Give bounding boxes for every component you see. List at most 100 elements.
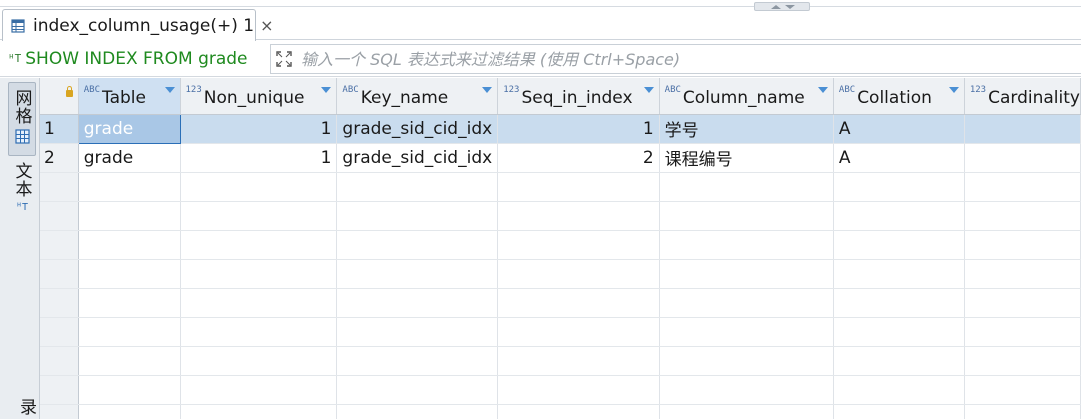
cell-key-name[interactable]: grade_sid_cid_idx	[336, 114, 499, 144]
close-icon[interactable]: ×	[260, 16, 273, 35]
empty-cell	[497, 259, 660, 289]
query-display[interactable]: ᴴT SHOW INDEX FROM grade	[8, 44, 248, 73]
cell-table[interactable]: grade	[77, 113, 181, 144]
filter-dropdown-icon[interactable]	[482, 87, 493, 93]
column-header-cardinality[interactable]: 123 Cardinality	[964, 78, 1081, 115]
empty-cell	[964, 288, 1081, 318]
column-name: Seq_in_index	[521, 87, 633, 108]
row-number[interactable]: 1	[40, 114, 79, 144]
empty-cell	[833, 317, 965, 347]
cell-seq-in-index[interactable]: 2	[497, 143, 660, 173]
result-grid: ABC Table 123 Non_unique ABC Key_name 123 Se…	[40, 78, 1081, 419]
cell-key-name[interactable]: grade_sid_cid_idx	[336, 143, 499, 173]
empty-cell	[336, 288, 499, 318]
empty-cell	[336, 404, 499, 419]
empty-cell	[964, 375, 1081, 405]
filter-dropdown-icon[interactable]	[948, 87, 959, 93]
column-header-table[interactable]: ABC Table	[78, 78, 181, 115]
empty-cell	[833, 404, 965, 419]
header-row: ABC Table 123 Non_unique ABC Key_name 123 Se…	[40, 78, 1081, 115]
table-row[interactable]: 2 grade 1 grade_sid_cid_idx 2 课程编号 A	[40, 143, 1081, 173]
cell-column-name[interactable]: 课程编号	[659, 143, 834, 173]
empty-cell	[497, 230, 660, 260]
column-header-seq-in-index[interactable]: 123 Seq_in_index	[497, 78, 660, 115]
filter-dropdown-icon[interactable]	[817, 87, 828, 93]
row-number-empty	[40, 375, 79, 405]
empty-cell	[964, 404, 1081, 419]
row-number-empty	[40, 288, 79, 318]
empty-cell	[659, 201, 834, 231]
query-text: SHOW INDEX FROM grade	[25, 48, 248, 69]
text-type-icon: ABC	[664, 85, 681, 95]
empty-cell	[833, 346, 965, 376]
empty-cell	[78, 346, 181, 376]
empty-row	[40, 288, 1081, 318]
empty-cell	[78, 404, 181, 419]
empty-cell	[78, 230, 181, 260]
table-row[interactable]: 1 grade 1 grade_sid_cid_idx 1 学号 A	[40, 113, 1081, 144]
column-header-column-name[interactable]: ABC Column_name	[659, 78, 834, 115]
column-header-collation[interactable]: ABC Collation	[833, 78, 965, 115]
empty-cell	[78, 317, 181, 347]
sql-query-icon: ᴴT	[8, 52, 22, 65]
expand-icon[interactable]	[275, 50, 293, 68]
grid-icon	[14, 129, 30, 144]
empty-cell	[659, 346, 834, 376]
empty-cell	[180, 201, 338, 231]
row-header-corner[interactable]	[40, 78, 79, 115]
row-number-empty	[40, 201, 79, 231]
empty-cell	[659, 404, 834, 419]
row-number-empty	[40, 172, 79, 202]
empty-cell	[659, 375, 834, 405]
cell-collation[interactable]: A	[833, 114, 965, 144]
empty-cell	[497, 375, 660, 405]
cell-collation[interactable]: A	[833, 143, 965, 173]
empty-cell	[336, 346, 499, 376]
cell-seq-in-index[interactable]: 1	[497, 114, 660, 144]
empty-cell	[78, 172, 181, 202]
row-number[interactable]: 2	[40, 143, 79, 173]
column-header-non-unique[interactable]: 123 Non_unique	[180, 78, 338, 115]
empty-cell	[180, 346, 338, 376]
cell-cardinality[interactable]	[964, 143, 1081, 173]
filter-dropdown-icon[interactable]	[643, 87, 654, 93]
filter-dropdown-icon[interactable]	[321, 87, 332, 93]
result-table: ABC Table 123 Non_unique ABC Key_name 123 Se…	[40, 78, 1081, 419]
tab-index-column-usage[interactable]: index_column_usage(+) 1 ×	[2, 9, 274, 41]
column-name: Cardinality	[988, 87, 1080, 108]
empty-cell	[180, 230, 338, 260]
cell-non-unique[interactable]: 1	[180, 114, 338, 144]
grid-view-button[interactable]: 网格	[8, 82, 36, 156]
cell-table[interactable]: grade	[78, 143, 181, 173]
record-view-label[interactable]: 录	[14, 398, 39, 415]
empty-cell	[833, 230, 965, 260]
cell-cardinality[interactable]	[964, 114, 1081, 144]
empty-row	[40, 404, 1081, 419]
empty-cell	[497, 317, 660, 347]
column-name: Key_name	[360, 87, 449, 108]
empty-cell	[964, 346, 1081, 376]
cell-column-name[interactable]: 学号	[659, 114, 834, 144]
row-number-empty	[40, 346, 79, 376]
text-view-button[interactable]: 文本 ᴴT	[8, 162, 36, 224]
row-number-empty	[40, 404, 79, 419]
filter-input[interactable]	[301, 49, 1061, 69]
row-number-empty	[40, 259, 79, 289]
empty-cell	[336, 317, 499, 347]
filter-dropdown-icon[interactable]	[164, 87, 175, 93]
empty-cell	[180, 259, 338, 289]
text-type-icon: ABC	[83, 85, 101, 95]
column-header-key-name[interactable]: ABC Key_name	[336, 78, 499, 115]
empty-cell	[833, 172, 965, 202]
empty-row	[40, 201, 1081, 231]
empty-cell	[180, 317, 338, 347]
empty-cell	[180, 375, 338, 405]
column-name: Collation	[857, 87, 932, 108]
row-number-empty	[40, 317, 79, 347]
number-type-icon: 123	[503, 85, 520, 95]
cell-non-unique[interactable]: 1	[180, 143, 338, 173]
panel-toggle-grip[interactable]	[754, 2, 810, 11]
number-type-icon: 123	[185, 85, 202, 95]
empty-cell	[497, 346, 660, 376]
empty-cell	[180, 404, 338, 419]
